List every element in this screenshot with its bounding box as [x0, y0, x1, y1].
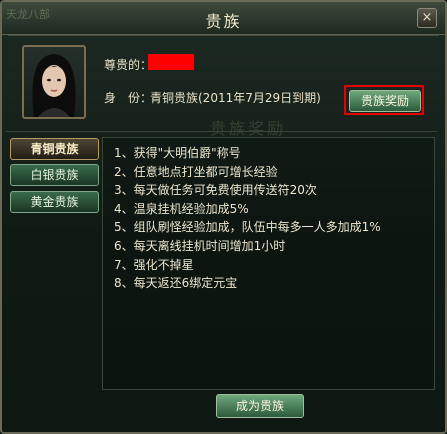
benefit-item: 8、每天返还6绑定元宝: [114, 276, 238, 290]
close-button[interactable]: ×: [417, 8, 437, 28]
become-noble-button[interactable]: 成为贵族: [216, 394, 304, 418]
tab-gold-noble[interactable]: 黄金贵族: [10, 191, 99, 213]
tab-bronze-noble[interactable]: 青铜贵族: [10, 138, 99, 160]
noble-reward-button[interactable]: 贵族奖励: [349, 90, 421, 112]
honor-label: 尊贵的：: [104, 58, 153, 72]
avatar: [22, 45, 86, 119]
section-divider: [6, 131, 437, 132]
character-portrait-icon: [32, 54, 76, 117]
benefit-item: 6、每天离线挂机时间增加1小时: [114, 239, 286, 253]
tab-silver-noble[interactable]: 白银贵族: [10, 164, 99, 186]
identity-value: 青铜贵族(2011年7月29日到期): [150, 91, 321, 105]
watermark-text: 贵族奖励: [210, 119, 287, 138]
benefit-item: 3、每天做任务可免费使用传送符20次: [114, 183, 317, 197]
title-bar[interactable]: 天龙八部 贵族 ×: [2, 2, 445, 35]
divider: [8, 35, 439, 36]
benefit-item: 7、强化不掉星: [114, 258, 194, 272]
identity-label: 身 份：: [104, 91, 153, 105]
benefit-item: 4、温泉挂机经验加成5%: [114, 202, 249, 216]
redacted-player-name: [148, 54, 194, 70]
benefit-item: 2、任意地点打坐都可增长经验: [114, 165, 278, 179]
window-title: 贵族: [205, 12, 242, 31]
benefit-item: 5、组队刷怪经验加成，队伍中每多一人多加成1%: [114, 220, 381, 234]
benefit-item: 1、获得"大明伯爵"称号: [114, 146, 241, 160]
